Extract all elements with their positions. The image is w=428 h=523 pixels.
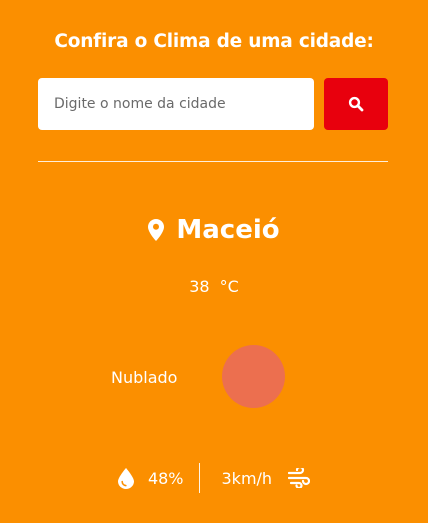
temperature-value: 38 bbox=[189, 277, 210, 296]
divider bbox=[38, 161, 388, 162]
temperature: 38 °C bbox=[0, 277, 428, 296]
weather-description: Nublado bbox=[111, 368, 178, 387]
search-button[interactable] bbox=[324, 78, 388, 130]
city-header: Maceió bbox=[0, 212, 428, 248]
humidity: 48% bbox=[117, 467, 184, 489]
wind-value: 3km/h bbox=[221, 468, 273, 488]
map-pin-icon bbox=[148, 219, 165, 241]
wind-icon bbox=[288, 468, 311, 488]
water-drop-icon bbox=[117, 467, 134, 489]
humidity-value: 48% bbox=[147, 468, 184, 488]
temperature-unit: °C bbox=[219, 277, 239, 296]
wind: 3km/h bbox=[222, 468, 311, 488]
weather-details: 48% 3km/h bbox=[0, 462, 428, 494]
page-title: Confira o Clima de uma cidade: bbox=[54, 31, 374, 52]
details-separator bbox=[198, 463, 200, 493]
city-search-input[interactable] bbox=[38, 78, 314, 130]
cloud-icon bbox=[222, 345, 285, 408]
search-icon bbox=[348, 96, 364, 112]
city-name: Maceió bbox=[176, 215, 280, 245]
